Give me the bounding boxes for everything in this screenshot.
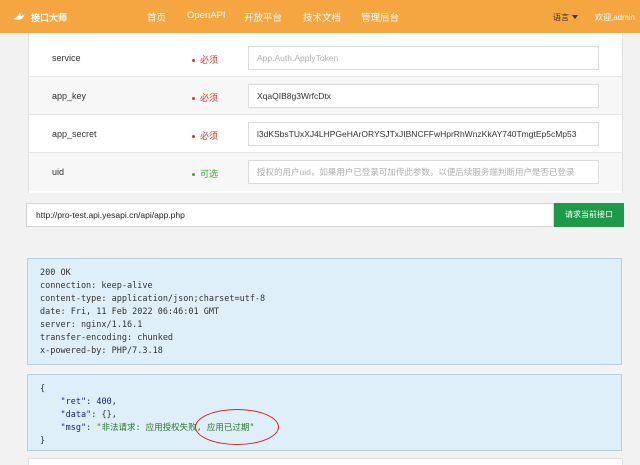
response-body-panel: { "ret": 400, "data": {}, "msg": "非法请求: … (27, 374, 622, 451)
request-url-input[interactable]: http://pro-test.api.yesapi.cn/api/app.ph… (26, 203, 554, 227)
header-line: x-powered-by: PHP/7.3.18 (40, 346, 163, 356)
logo-text: 接口大师 (31, 12, 68, 23)
required-dot-icon (192, 59, 195, 63)
json-close-brace: } (40, 436, 46, 446)
json-ret-line: "ret": 400, (60, 397, 117, 407)
required-dot-icon (192, 97, 195, 101)
red-highlight-ellipse (195, 409, 279, 445)
required-text: 必须 (200, 93, 219, 103)
nav-link-tech-docs[interactable]: 技术文档 (303, 10, 341, 24)
params-table: service 必须 App.Auth.ApplyToken app_key 必… (28, 33, 623, 193)
json-open-brace: { (40, 384, 46, 394)
nav-link-openapi[interactable]: OpenAPI (187, 10, 226, 21)
nav-link-home[interactable]: 首页 (147, 10, 166, 24)
logo[interactable]: 接口大师 (12, 9, 67, 25)
header-line: date: Fri, 11 Feb 2022 06:46:01 GMT (40, 307, 220, 317)
param-name: uid (52, 167, 65, 177)
required-text: 必须 (200, 55, 219, 65)
json-data-line: "data": {}, (60, 410, 117, 420)
response-headers-panel: 200 OK connection: keep-alive content-ty… (27, 258, 622, 365)
caret-down-icon[interactable] (572, 15, 578, 19)
json-key: "msg" (60, 423, 87, 433)
required-text: 必须 (200, 131, 219, 141)
required-label: 必须 (192, 53, 218, 66)
json-value: {} (101, 410, 112, 420)
param-name: app_key (52, 91, 87, 101)
header-line: server: nginx/1.16.1 (40, 320, 143, 330)
json-key: "data" (60, 410, 92, 420)
param-row-app-secret: app_secret 必须 l3dKSbsTUxXJ4LHPGeHArORYSJ… (29, 115, 622, 153)
uid-input[interactable]: 授权的用户uid，如果用户已登录可加传此参数，以便后续服务端判断用户是否已登录 (248, 160, 599, 184)
json-value: 400 (96, 397, 112, 407)
required-dot-icon (192, 135, 195, 139)
language-selector[interactable]: 语言 (553, 12, 569, 23)
nav-link-admin[interactable]: 管理后台 (361, 10, 399, 24)
service-input[interactable]: App.Auth.ApplyToken (248, 46, 599, 70)
optional-text: 可选 (200, 169, 219, 179)
required-label: 必须 (192, 91, 218, 104)
optional-label: 可选 (192, 167, 218, 180)
json-msg-line: "msg": "非法请求: 应用授权失败, 应用已过期" (60, 423, 255, 433)
nav-link-open-platform[interactable]: 开放平台 (244, 10, 282, 24)
required-label: 必须 (192, 129, 218, 142)
param-row-app-key: app_key 必须 XqaQIB8g3WrfcDtx (29, 77, 622, 115)
header-line: transfer-encoding: chunked (40, 333, 174, 343)
param-row-uid: uid 可选 授权的用户uid，如果用户已登录可加传此参数，以便后续服务端判断用… (29, 153, 622, 191)
json-key: "ret" (60, 397, 87, 407)
app-secret-input[interactable]: l3dKSbsTUxXJ4LHPGeHArORYSJTxJIBNCFFwHprR… (248, 122, 599, 146)
param-name: service (52, 53, 81, 63)
param-name: app_secret (52, 129, 97, 139)
param-row-service: service 必须 App.Auth.ApplyToken (29, 39, 622, 77)
top-nav-bar: 接口大师 首页 OpenAPI 开放平台 技术文档 管理后台 语言 欢迎,adm… (0, 0, 640, 33)
next-panel-edge (28, 458, 623, 465)
send-request-button[interactable]: 请求当前接口 (554, 203, 624, 227)
optional-dot-icon (192, 173, 195, 177)
flying-bird-logo-icon (13, 12, 25, 20)
welcome-user[interactable]: 欢迎,admin (595, 12, 635, 23)
app-key-input[interactable]: XqaQIB8g3WrfcDtx (248, 84, 599, 108)
header-line: connection: keep-alive (40, 281, 153, 291)
header-line: content-type: application/json;charset=u… (40, 294, 266, 304)
status-line: 200 OK (40, 268, 71, 278)
